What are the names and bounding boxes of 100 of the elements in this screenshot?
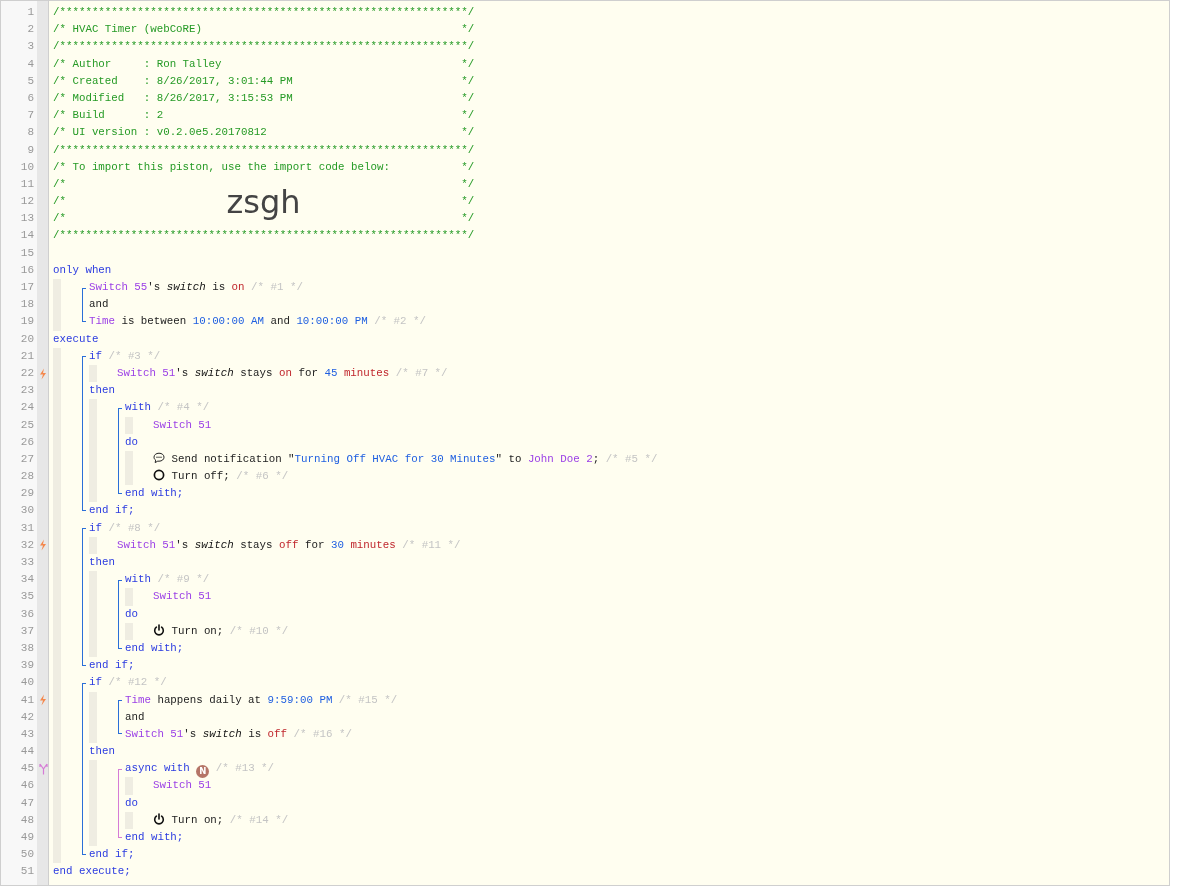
value-text: 9:59:00 PM: [267, 693, 333, 706]
comment-text: /* #8 */: [108, 521, 161, 534]
code-keyword: do: [125, 435, 138, 448]
code-keyword: end if;: [89, 659, 135, 672]
code-text: for: [298, 366, 318, 379]
line-number: 24: [19, 400, 35, 416]
code-keyword: then: [89, 384, 115, 397]
code-text: stays: [240, 366, 273, 379]
comment-text: /* #1 */: [251, 281, 303, 293]
code-keyword: then: [89, 556, 115, 568]
line-number: 12: [19, 194, 35, 210]
code-keyword: end if;: [89, 504, 135, 517]
code-text: Turn on;: [171, 624, 224, 637]
comment-text: /* #4 */: [157, 401, 210, 414]
comment-text: */: [461, 176, 475, 192]
line-number: 10: [19, 159, 35, 175]
line-number: 51: [19, 864, 35, 880]
line-number: 3: [26, 39, 35, 55]
lightning-icon: [39, 694, 47, 707]
line-number: 29: [19, 486, 35, 502]
code-text: Turn on;: [171, 813, 224, 826]
comment-text: /* #15 */: [338, 693, 398, 706]
line-number: 46: [19, 778, 35, 794]
line-number: 45: [19, 761, 35, 777]
line-number: 39: [19, 658, 35, 674]
letter-badge: N: [196, 764, 210, 778]
line-number: 30: [19, 503, 35, 519]
line-number: 50: [19, 847, 35, 863]
code-keyword: only when: [53, 263, 112, 276]
device-name: Switch 51: [125, 727, 184, 740]
comment-text: */: [461, 194, 475, 210]
device-name: Switch 51: [153, 590, 212, 603]
value-text: on: [279, 366, 292, 379]
line-number: 20: [19, 331, 35, 347]
comment-text: /* #9 */: [157, 573, 210, 586]
code-keyword: do: [125, 607, 138, 620]
line-number: 43: [19, 726, 35, 742]
line-number: 5: [26, 73, 35, 89]
power-icon: [153, 812, 165, 825]
comment-text: /* #14 */: [229, 813, 289, 826]
attribute-name: switch: [194, 538, 234, 551]
comment-text: /*: [53, 211, 66, 227]
line-number: 21: [19, 348, 35, 364]
code-text: stays: [240, 538, 273, 551]
comment-text: /* #2 */: [374, 315, 426, 328]
line-number: 40: [19, 675, 35, 691]
device-name: Switch 51: [153, 418, 212, 431]
code-text: 's: [175, 538, 189, 551]
line-number: 18: [19, 297, 35, 313]
comment-text: /* Created : 8/26/2017, 3:01:44 PM: [53, 73, 293, 89]
code-text: 's: [183, 727, 197, 740]
code-text: 's: [147, 281, 161, 293]
comment-text: */: [461, 108, 475, 124]
comment-text: /* #6 */: [236, 470, 289, 483]
power-icon: [153, 623, 165, 636]
comment-text: */: [461, 90, 475, 106]
import-code: zsgh: [226, 184, 301, 219]
line-number: 41: [19, 692, 35, 708]
line-number: 47: [19, 795, 35, 811]
comment-text: /* #3 */: [108, 349, 161, 362]
code-text: 's: [175, 366, 189, 379]
string-literal: Turning Off HVAC for 30 Minutes: [294, 452, 496, 465]
comment-text: /* To import this piston, use the import code below:: [53, 159, 390, 175]
comment-text: /***************************************************************/: [53, 142, 475, 158]
line-number: 2: [26, 22, 35, 38]
device-name: Switch 51: [117, 538, 176, 551]
value-text: off: [279, 538, 299, 551]
code-text: to: [508, 452, 522, 465]
code-text: and: [89, 298, 109, 311]
code-keyword: end execute;: [53, 865, 131, 878]
lightning-icon: [39, 539, 47, 552]
line-number: 15: [19, 245, 35, 261]
code-keyword: async with: [125, 762, 190, 775]
comment-text: /*: [53, 176, 66, 192]
line-number: 7: [26, 108, 35, 124]
comment-text: */: [461, 159, 475, 175]
line-number: 17: [19, 280, 35, 295]
value-text: 10:00:00 AM: [192, 315, 264, 328]
device-name: Switch 55: [89, 281, 148, 293]
line-number: 44: [19, 744, 35, 760]
line-number: 28: [19, 469, 35, 485]
comment-text: /***************************************************************/: [53, 5, 475, 20]
value-text: 45: [324, 366, 338, 379]
comment-text: /* UI version : v0.2.0e5.20170812: [53, 125, 267, 141]
value-text: 10:00:00 PM: [296, 315, 368, 328]
line-number: 6: [26, 90, 35, 106]
code-keyword: end with;: [125, 487, 184, 500]
comment-text: /* #10 */: [229, 624, 289, 637]
comment-text: /* HVAC Timer (webCoRE): [53, 22, 203, 38]
comment-text: /* #7 */: [395, 366, 448, 379]
speech-bubble-icon: [153, 451, 165, 464]
line-number: 38: [19, 640, 35, 656]
value-text: 30: [330, 538, 344, 551]
fork-icon: [38, 762, 48, 775]
code-text: is between: [121, 315, 187, 328]
code-text: Send notification ": [171, 452, 295, 465]
lightning-icon: [39, 367, 47, 380]
code-keyword: if: [89, 521, 102, 534]
value-text: minutes: [350, 538, 396, 551]
line-number: 11: [19, 176, 35, 192]
